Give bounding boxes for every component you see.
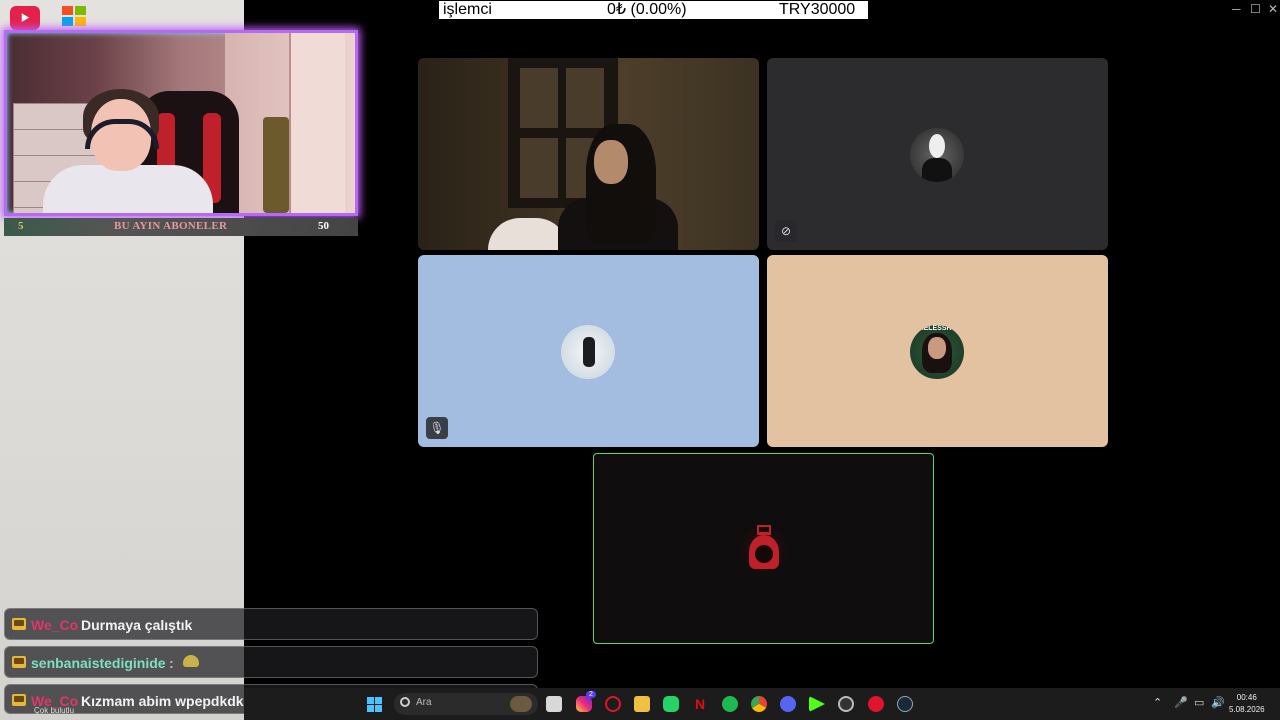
chat-separator: : xyxy=(169,655,174,671)
participant-avatar xyxy=(910,128,964,182)
kick-icon[interactable] xyxy=(809,696,825,712)
ticker-label: işlemci xyxy=(443,1,492,18)
subscriber-goal-bar: 5 BU AYIN ABONELER 50 xyxy=(4,218,358,236)
participant-avatar-tile[interactable]: OMELESSRUN xyxy=(767,255,1108,447)
screen: ⯈ 5 BU AYIN ABONELER 50 işlemci 0₺ (0.00… xyxy=(0,0,1280,720)
search-highlight-icon xyxy=(510,696,532,712)
close-icon[interactable]: ✕ xyxy=(1268,2,1278,16)
sub-goal-target: 50 xyxy=(318,220,329,232)
chat-text: Durmaya çalıştık xyxy=(81,617,193,633)
clock[interactable]: 00:46 5.08.2026 xyxy=(1229,692,1265,716)
sub-goal-title: BU AYIN ABONELER xyxy=(114,220,228,232)
clock-date: 5.08.2026 xyxy=(1229,705,1265,714)
subscriber-badge-icon xyxy=(12,694,26,706)
steam-icon[interactable] xyxy=(897,696,913,712)
windows-logo-icon xyxy=(62,6,88,28)
deafened-icon: ⊘ xyxy=(775,220,797,242)
subscriber-badge-icon xyxy=(12,656,26,668)
recorder-icon[interactable] xyxy=(868,696,884,712)
participant-avatar xyxy=(561,325,615,379)
avatar-text: OMELESSRUN xyxy=(912,325,962,332)
discord-icon[interactable] xyxy=(780,696,796,712)
chat-username: We_Co xyxy=(31,617,79,633)
participant-avatar-tile[interactable]: ⊘ xyxy=(767,58,1108,250)
streaming-app-logo-icon: ⯈ xyxy=(10,6,40,30)
participant-video-tile[interactable] xyxy=(418,58,759,250)
weather-caption: Çok bulutlu xyxy=(34,706,75,715)
search-icon xyxy=(400,697,410,707)
stock-ticker-bar: işlemci 0₺ (0.00%) TRY30000 xyxy=(439,1,868,19)
network-icon[interactable]: ▭ xyxy=(1194,696,1204,709)
participant-avatar-tile[interactable]: 🎙 xyxy=(418,255,759,447)
search-placeholder: Ara xyxy=(416,697,432,708)
muted-microphone-icon: 🎙 xyxy=(426,417,448,439)
emote-icon xyxy=(183,655,199,667)
instagram-icon[interactable] xyxy=(576,696,592,712)
minimize-icon[interactable]: ─ xyxy=(1232,2,1241,16)
chat-message: senbanaistediginide : xyxy=(4,646,538,678)
participant-avatar xyxy=(737,523,791,577)
task-view-icon[interactable] xyxy=(546,696,562,712)
file-explorer-icon[interactable] xyxy=(634,696,650,712)
webcam-coat xyxy=(263,117,289,213)
clock-time: 00:46 xyxy=(1236,693,1257,702)
obs-icon[interactable] xyxy=(838,696,854,712)
participant-hair xyxy=(586,124,656,244)
ticker-value: TRY30000 xyxy=(779,1,856,18)
volume-icon[interactable]: 🔊 xyxy=(1211,696,1225,709)
spotify-icon[interactable] xyxy=(722,696,738,712)
chat-username: senbanaistediginide xyxy=(31,655,166,671)
subscriber-badge-icon xyxy=(12,618,26,630)
ticker-change: 0₺ (0.00%) xyxy=(607,1,687,18)
tray-chevron-icon[interactable]: ⌃ xyxy=(1153,696,1162,709)
start-button[interactable] xyxy=(367,697,382,712)
chat-text: Kızmam abim wpepdkdk xyxy=(81,693,244,709)
streamer-webcam xyxy=(4,30,358,216)
sub-goal-current: 5 xyxy=(18,220,24,232)
chrome-icon[interactable] xyxy=(751,696,767,712)
chat-message: We_Co Durmaya çalıştık xyxy=(4,608,538,640)
windows-taskbar: Ara 2 N ⌃ 🎤 ▭ 🔊 00:46 5.08.2026 xyxy=(244,688,1280,720)
whatsapp-icon[interactable] xyxy=(663,696,679,712)
microphone-icon[interactable]: 🎤 xyxy=(1174,696,1188,709)
participant-avatar: OMELESSRUN xyxy=(910,325,964,379)
taskbar-search[interactable]: Ara xyxy=(394,693,538,715)
instagram-badge: 2 xyxy=(586,691,596,698)
participant-face xyxy=(594,140,628,184)
participant-avatar-tile-speaking[interactable] xyxy=(593,453,934,644)
webcam-door xyxy=(289,33,345,213)
pillow xyxy=(488,218,568,250)
opera-icon[interactable] xyxy=(605,696,621,712)
maximize-icon[interactable]: ☐ xyxy=(1250,2,1261,16)
netflix-icon[interactable]: N xyxy=(692,696,708,712)
webcam-person-body xyxy=(43,165,213,213)
